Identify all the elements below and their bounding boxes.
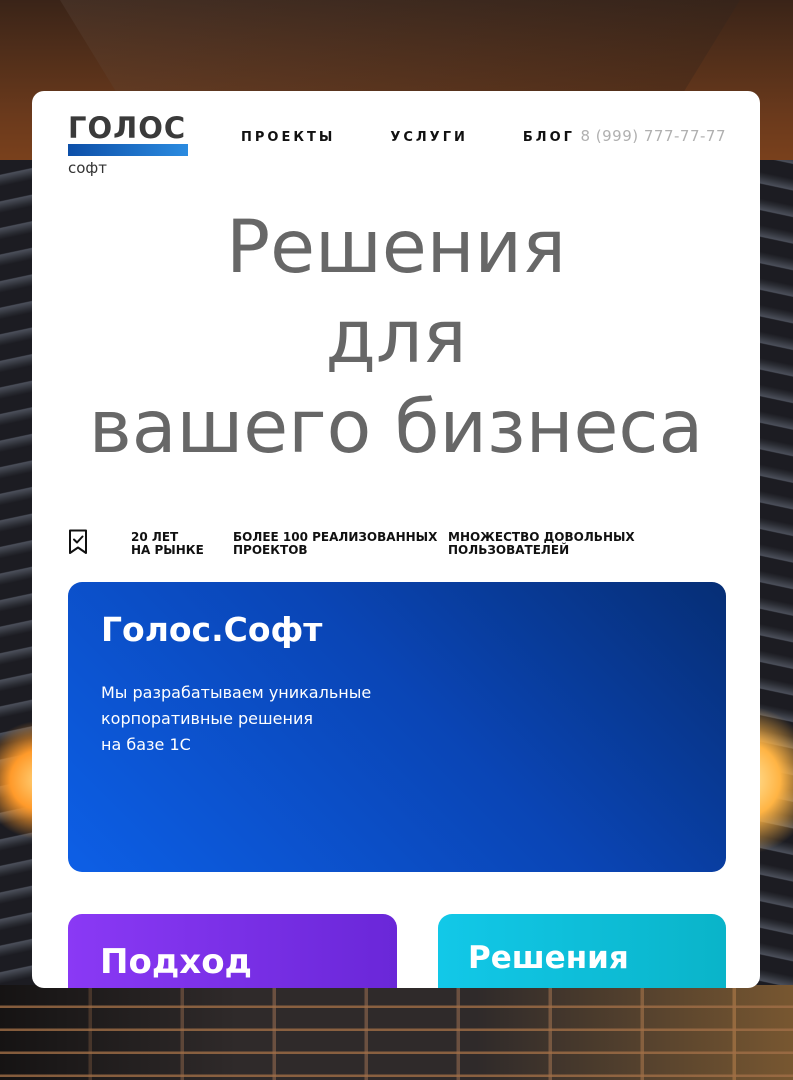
nav-item-services[interactable]: УСЛУГИ [390, 130, 468, 145]
promo-text-line: Мы разрабатываем уникальные [101, 683, 372, 702]
tile-approach-title: Подход [100, 942, 253, 982]
promo-card[interactable]: Голос.Софт Мы разрабатываем уникальные к… [68, 582, 726, 872]
main-card: ГОЛОС софт ПРОЕКТЫ УСЛУГИ БЛОГ 8 (999) 7… [32, 91, 760, 988]
phone-link[interactable]: 8 (999) 777-77-77 [580, 127, 726, 145]
nav-item-blog[interactable]: БЛОГ [523, 130, 575, 145]
hero-line-1: Решения [226, 205, 566, 290]
tile-solutions-title: Решения [468, 940, 629, 976]
main-nav: ПРОЕКТЫ УСЛУГИ БЛОГ [241, 130, 630, 145]
site-logo[interactable]: ГОЛОС софт [68, 111, 188, 177]
promo-text: Мы разрабатываем уникальные корпоративны… [101, 680, 401, 758]
feature-years-line2: НА РЫНКЕ [131, 543, 204, 557]
tile-solutions[interactable]: Решения [438, 914, 726, 988]
nav-item-projects[interactable]: ПРОЕКТЫ [241, 130, 335, 145]
background-floor [0, 985, 793, 1080]
features-row: 20 ЛЕТ НА РЫНКЕ БОЛЕЕ 100 РЕАЛИЗОВАННЫХ … [68, 529, 728, 559]
feature-years: 20 ЛЕТ НА РЫНКЕ [131, 531, 204, 557]
feature-users: МНОЖЕСТВО ДОВОЛЬНЫХ ПОЛЬЗОВАТЕЛЕЙ [448, 531, 635, 557]
feature-users-line2: ПОЛЬЗОВАТЕЛЕЙ [448, 543, 570, 557]
tile-approach[interactable]: Подход [68, 914, 397, 988]
hero-line-3: вашего бизнеса [88, 385, 704, 470]
hero-title: Решения для вашего бизнеса [32, 203, 760, 473]
promo-text-line: на базе 1С [101, 735, 191, 754]
promo-text-line: корпоративные решения [101, 709, 313, 728]
promo-title: Голос.Софт [101, 610, 323, 649]
logo-subtitle: софт [68, 159, 107, 177]
feature-projects-line2: ПРОЕКТОВ [233, 543, 308, 557]
bookmark-check-icon [68, 529, 88, 555]
feature-projects: БОЛЕЕ 100 РЕАЛИЗОВАННЫХ ПРОЕКТОВ [233, 531, 437, 557]
logo-bar [68, 144, 188, 156]
logo-wordmark: ГОЛОС [68, 111, 187, 145]
hero-line-2: для [325, 295, 467, 380]
